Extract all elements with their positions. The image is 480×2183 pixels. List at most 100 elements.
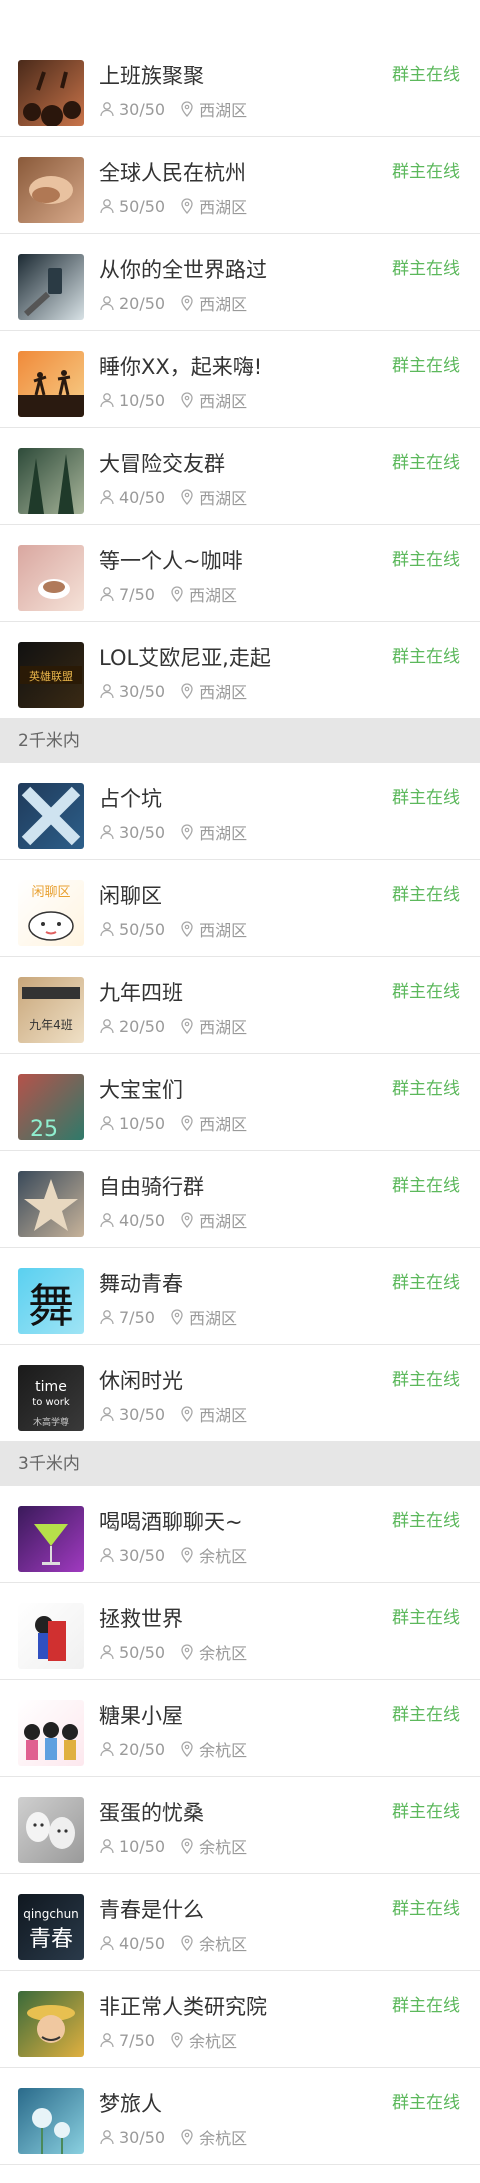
owner-online-status: 群主在线	[392, 1608, 460, 1628]
owner-online-status: 群主在线	[392, 1273, 460, 1293]
member-count: 40/50	[119, 487, 166, 507]
group-avatar	[18, 1991, 84, 2057]
group-meta: 10/50 余杭区	[99, 1834, 247, 1858]
location: 西湖区	[179, 1014, 247, 1038]
group-avatar	[18, 2088, 84, 2154]
person-icon	[99, 1309, 115, 1325]
group-list-item[interactable]: 从你的全世界路过 群主在线 20/50 西湖区	[0, 234, 480, 331]
distance-section-header: 2千米内	[0, 719, 480, 763]
group-list-item[interactable]: 拯救世界 群主在线 50/50 余杭区	[0, 1583, 480, 1680]
owner-online-status: 群主在线	[392, 1511, 460, 1531]
group-meta: 20/50 西湖区	[99, 1014, 247, 1038]
location-pin-icon	[179, 824, 195, 840]
location: 余杭区	[169, 2028, 237, 2052]
location-pin-icon	[179, 683, 195, 699]
owner-online-status: 群主在线	[392, 1802, 460, 1822]
group-list-item[interactable]: 糖果小屋 群主在线 20/50 余杭区	[0, 1680, 480, 1777]
member-count: 30/50	[119, 99, 166, 119]
group-meta: 30/50 西湖区	[99, 97, 247, 121]
person-icon	[99, 1838, 115, 1854]
member-count: 30/50	[119, 2127, 166, 2147]
number-25-image: 25	[18, 1074, 84, 1140]
person-icon	[99, 824, 115, 840]
group-meta: 7/50 西湖区	[99, 1305, 237, 1329]
location-pin-icon	[179, 1935, 195, 1951]
dance-character-image: 舞	[18, 1268, 84, 1334]
location: 西湖区	[179, 917, 247, 941]
crowd-image	[18, 60, 84, 126]
group-title: 从你的全世界路过	[99, 258, 267, 282]
person-icon	[99, 101, 115, 117]
svg-text:木高学尊: 木高学尊	[33, 1416, 69, 1428]
group-list-item[interactable]: 自由骑行群 群主在线 40/50 西湖区	[0, 1151, 480, 1248]
person-icon	[99, 1644, 115, 1660]
girls-cartoon-image	[18, 1700, 84, 1766]
group-avatar	[18, 1797, 84, 1863]
person-icon	[99, 198, 115, 214]
group-meta: 40/50 西湖区	[99, 485, 247, 509]
location: 西湖区	[179, 291, 247, 315]
owner-online-status: 群主在线	[392, 1370, 460, 1390]
group-avatar	[18, 60, 84, 126]
group-list-item[interactable]: 大冒险交友群 群主在线 40/50 西湖区	[0, 428, 480, 525]
person-icon	[99, 489, 115, 505]
owner-online-status: 群主在线	[392, 788, 460, 808]
clapperboard-image: 九年4班	[18, 977, 84, 1043]
location: 西湖区	[169, 1305, 237, 1329]
svg-text:英雄联盟: 英雄联盟	[29, 669, 73, 683]
group-list-item[interactable]: 上班族聚聚 群主在线 30/50 西湖区	[0, 40, 480, 137]
location-label: 余杭区	[199, 2129, 248, 2148]
location-pin-icon	[169, 586, 185, 602]
group-list-item[interactable]: qingchun 青春 青春是什么 群主在线 40/50 余杭区	[0, 1874, 480, 1971]
location: 余杭区	[179, 1931, 247, 1955]
location: 余杭区	[179, 1834, 247, 1858]
group-meta: 30/50 余杭区	[99, 2125, 247, 2149]
group-list-item[interactable]: 喝喝酒聊聊天~ 群主在线 30/50 余杭区	[0, 1486, 480, 1583]
location-label: 西湖区	[199, 489, 248, 508]
person-icon	[99, 1935, 115, 1951]
location-label: 余杭区	[199, 1935, 248, 1954]
group-meta: 20/50 余杭区	[99, 1737, 247, 1761]
member-count: 30/50	[119, 681, 166, 701]
group-list-item[interactable]: 睡你XX，起来嗨! 群主在线 10/50 西湖区	[0, 331, 480, 428]
group-meta: 40/50 西湖区	[99, 1208, 247, 1232]
group-list-item[interactable]: 闲聊区 闲聊区 群主在线 50/50 西湖区	[0, 860, 480, 957]
group-title: 上班族聚聚	[99, 64, 204, 88]
location-label: 西湖区	[199, 1018, 248, 1037]
member-count: 50/50	[119, 919, 166, 939]
group-title: 大宝宝们	[99, 1078, 183, 1102]
forest-image	[18, 448, 84, 514]
group-avatar: 25	[18, 1074, 84, 1140]
group-list-item[interactable]: 等一个人~咖啡 群主在线 7/50 西湖区	[0, 525, 480, 622]
location-pin-icon	[169, 2032, 185, 2048]
location-label: 余杭区	[199, 1741, 248, 1760]
group-list-item[interactable]: 非正常人类研究院 群主在线 7/50 余杭区	[0, 1971, 480, 2068]
group-list-item[interactable]: 梦旅人 群主在线 30/50 余杭区	[0, 2068, 480, 2165]
group-list-item[interactable]: 蛋蛋的忧桑 群主在线 10/50 余杭区	[0, 1777, 480, 1874]
group-list-item[interactable]: time to work 木高学尊 休闲时光 群主在线 30/50 西湖区	[0, 1345, 480, 1442]
group-title: 占个坑	[99, 787, 162, 811]
owner-online-status: 群主在线	[392, 1899, 460, 1919]
group-title: 九年四班	[99, 981, 183, 1005]
owner-online-status: 群主在线	[392, 162, 460, 182]
group-meta: 10/50 西湖区	[99, 388, 247, 412]
group-meta: 30/50 西湖区	[99, 1402, 247, 1426]
group-list-item[interactable]: 九年4班 九年四班 群主在线 20/50 西湖区	[0, 957, 480, 1054]
group-meta: 50/50 西湖区	[99, 917, 247, 941]
owner-online-status: 群主在线	[392, 259, 460, 279]
group-list-item[interactable]: 英雄联盟 LOL艾欧尼亚,走起 群主在线 30/50 西湖区	[0, 622, 480, 719]
group-avatar	[18, 1700, 84, 1766]
group-meta: 40/50 余杭区	[99, 1931, 247, 1955]
group-title: 梦旅人	[99, 2092, 162, 2116]
member-count: 10/50	[119, 1836, 166, 1856]
member-count: 10/50	[119, 1113, 166, 1133]
group-list-item[interactable]: 25 大宝宝们 群主在线 10/50 西湖区	[0, 1054, 480, 1151]
member-count: 40/50	[119, 1210, 166, 1230]
owner-online-status: 群主在线	[392, 1079, 460, 1099]
group-list-item[interactable]: 占个坑 群主在线 30/50 西湖区	[0, 763, 480, 860]
group-list-item[interactable]: 舞 舞动青春 群主在线 7/50 西湖区	[0, 1248, 480, 1345]
group-list-item[interactable]: 全球人民在杭州 群主在线 50/50 西湖区	[0, 137, 480, 234]
location-label: 西湖区	[199, 1212, 248, 1231]
owner-online-status: 群主在线	[392, 885, 460, 905]
location: 西湖区	[179, 97, 247, 121]
